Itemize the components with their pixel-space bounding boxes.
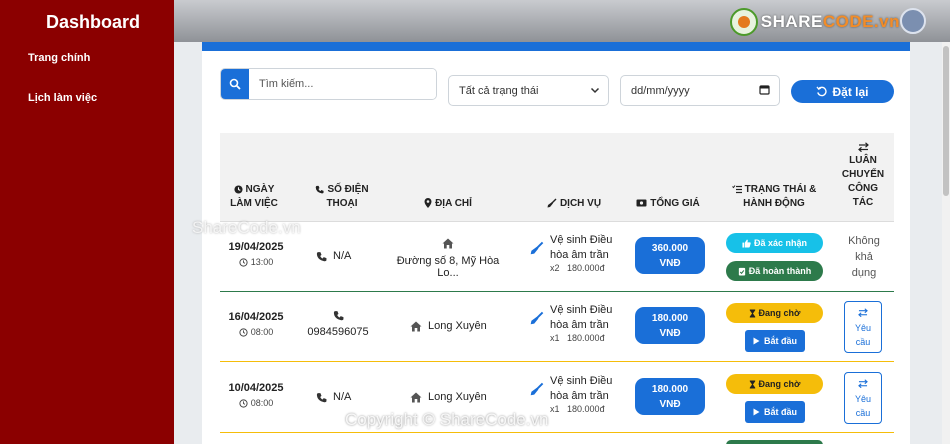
phone-icon (316, 392, 327, 402)
table-header: NGÀY LÀM VIỆC SỐ ĐIỆN THOẠI ĐỊA CHỈ DỊCH… (220, 133, 894, 222)
request-rotation-button[interactable]: Yêu cầu (844, 301, 882, 353)
row-address: Long Xuyên (410, 391, 510, 403)
search-input[interactable] (249, 69, 436, 99)
status-badge-pending: Đang chờ (726, 303, 823, 323)
play-icon (753, 408, 760, 416)
page-scrollbar[interactable] (942, 42, 950, 444)
row-total-price: 180.000 VNĐ (635, 307, 705, 344)
status-select-value: Tất cả trạng thái (459, 85, 539, 97)
date-input[interactable]: dd/mm/yyyy (620, 75, 780, 106)
th-rotation: LUÂN CHUYỂN CÔNG TÁC (840, 142, 886, 210)
row-phone: N/A (316, 250, 376, 262)
money-icon (636, 199, 647, 207)
sidebar-brand: Dashboard (46, 12, 141, 32)
user-avatar[interactable] (900, 8, 926, 34)
home-icon (410, 321, 422, 331)
row-total-price: 180.000 VNĐ (635, 378, 705, 415)
row-service: Vệ sinh Điều hòa âm trần x1 180.000đ (530, 303, 630, 343)
reset-button[interactable]: Đặt lại (791, 80, 894, 103)
th-service: DỊCH VỤ (536, 197, 612, 211)
status-badge-confirmed: Đã xác nhận (726, 233, 823, 253)
date-input-placeholder: dd/mm/yyyy (631, 85, 690, 97)
watermark-mid: ShareCode.vn (192, 218, 301, 237)
sidebar-item-schedule[interactable]: Lịch làm việc (28, 92, 97, 104)
table-row: 10/04/2025 08:00 N/A Long Xuyên Vệ sinh … (220, 363, 894, 433)
status-badge-pending: Đang chờ (726, 374, 823, 394)
phone-icon (316, 251, 327, 261)
schedule-panel: Tất cả trạng thái dd/mm/yyyy Đặt lại NGÀ… (202, 42, 910, 444)
search-button[interactable] (221, 69, 249, 99)
status-select[interactable]: Tất cả trạng thái (448, 75, 609, 106)
broom-icon (530, 241, 544, 255)
status-badge-completed: Đã hoàn thành (726, 261, 823, 281)
clock-icon (239, 398, 248, 408)
clock-icon (239, 257, 248, 267)
clipboard-check-icon (738, 267, 745, 276)
th-phone: SỐ ĐIỆN THOẠI (304, 183, 380, 211)
sidebar: Dashboard Trang chính Lịch làm việc (0, 0, 174, 444)
start-button[interactable]: Bắt đầu (745, 401, 805, 423)
table-row: 16/04/2025 08:00 0984596075 Long Xuyên V… (220, 292, 894, 362)
row-service: Vệ sinh Điều hòa âm trần x2 180.000đ (530, 233, 630, 273)
phone-icon (333, 311, 343, 321)
home-icon (442, 238, 454, 249)
chevron-down-icon (590, 87, 600, 94)
clock-icon (239, 327, 248, 337)
row-date: 19/04/2025 13:00 (228, 241, 284, 267)
table-row: 19/04/2025 13:00 N/A Đường số 8, Mỹ Hòa … (220, 222, 894, 292)
calendar-icon[interactable] (759, 84, 770, 95)
home-icon (410, 392, 422, 402)
next-row-badge (726, 440, 823, 444)
thumbs-up-icon (742, 238, 751, 248)
sharecode-logo: SHARECODE.vn (729, 8, 900, 36)
broom-icon (530, 311, 544, 325)
logo-mark-icon (729, 8, 758, 36)
sidebar-item-home[interactable]: Trang chính (28, 52, 90, 64)
exchange-icon (858, 308, 868, 318)
row-phone: N/A (316, 391, 376, 403)
row-service: Vệ sinh Điều hòa âm trần x1 180.000đ (530, 374, 630, 414)
hourglass-icon (749, 308, 755, 318)
phone-icon (316, 185, 324, 194)
row-address: Long Xuyên (410, 320, 510, 332)
row-address: Đường số 8, Mỹ Hòa Lo... (386, 238, 510, 279)
search-group (220, 68, 437, 100)
clock-icon (233, 185, 243, 194)
row-phone: 0984596075 (300, 310, 376, 338)
list-check-icon (731, 185, 742, 193)
row-total-price: 360.000 VNĐ (635, 237, 705, 274)
scrollbar-thumb[interactable] (943, 46, 949, 196)
watermark-copyright: Copyright © ShareCode.vn (345, 410, 549, 429)
th-status-action: TRẠNG THÁI & HÀNH ĐỘNG (722, 183, 826, 211)
request-rotation-button[interactable]: Yêu cầu (844, 372, 882, 424)
row-date: 10/04/2025 08:00 (228, 382, 284, 408)
hourglass-icon (749, 379, 755, 389)
th-work-date: NGÀY LÀM VIỆC (230, 184, 278, 209)
exchange-icon (857, 142, 869, 152)
start-button[interactable]: Bắt đầu (745, 330, 805, 352)
map-pin-icon (424, 198, 432, 209)
top-header: SHARECODE.vn (174, 0, 950, 42)
play-icon (753, 337, 760, 345)
rotation-unavailable: Không khả dụng (848, 235, 880, 279)
th-total: TỔNG GIÁ (628, 197, 708, 211)
row-date: 16/04/2025 08:00 (228, 311, 284, 337)
exchange-icon (858, 379, 868, 389)
reset-icon (816, 86, 828, 97)
panel-accent-bar (202, 42, 910, 51)
th-address: ĐỊA CHỈ (410, 197, 486, 211)
broom-icon (547, 198, 557, 208)
broom-icon (530, 382, 544, 396)
search-icon (229, 78, 241, 90)
